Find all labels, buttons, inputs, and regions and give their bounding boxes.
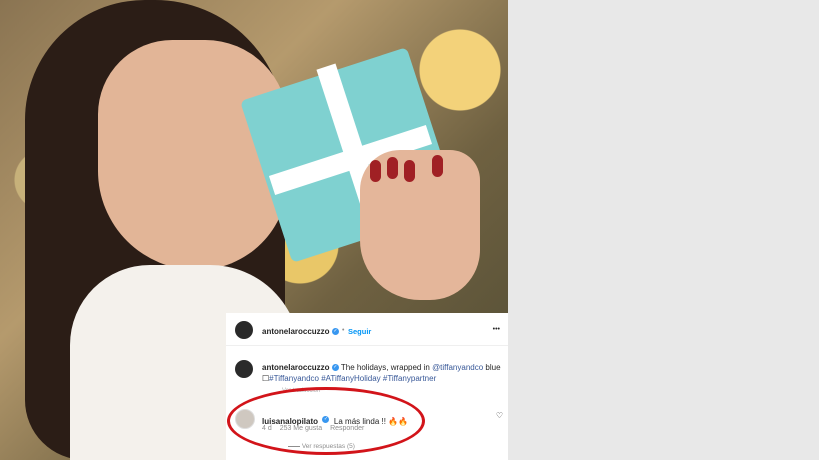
verified-icon: ✓: [331, 364, 339, 372]
caption: antonelaroccuzzo ✓ The holidays, wrapped…: [226, 359, 508, 394]
nail: [432, 155, 443, 177]
divider: [226, 345, 508, 346]
caption-username[interactable]: antonelaroccuzzo: [262, 363, 330, 372]
more-options-icon[interactable]: •••: [493, 326, 500, 333]
verified-icon: ✓: [332, 328, 339, 335]
author-avatar[interactable]: [235, 321, 253, 339]
like-heart-icon[interactable]: ♡: [496, 411, 503, 420]
follow-button[interactable]: Seguir: [348, 327, 371, 336]
highlight-oval: [227, 387, 425, 455]
caption-text: The holidays, wrapped in: [340, 363, 433, 372]
separator-dot: •: [342, 327, 345, 334]
author-username[interactable]: antonelaroccuzzo: [262, 327, 330, 336]
caption-avatar[interactable]: [235, 360, 253, 378]
nail: [387, 157, 398, 179]
hashtags-link[interactable]: #Tiffanyandco #ATiffanyHoliday #Tiffanyp…: [269, 374, 436, 383]
post-header: antonelaroccuzzo ✓ • Seguir •••: [226, 321, 508, 343]
nail: [370, 160, 381, 182]
nail: [404, 160, 415, 182]
caption-text-suffix: blue: [483, 363, 501, 372]
mention-link[interactable]: @tiffanyandco: [432, 363, 483, 372]
